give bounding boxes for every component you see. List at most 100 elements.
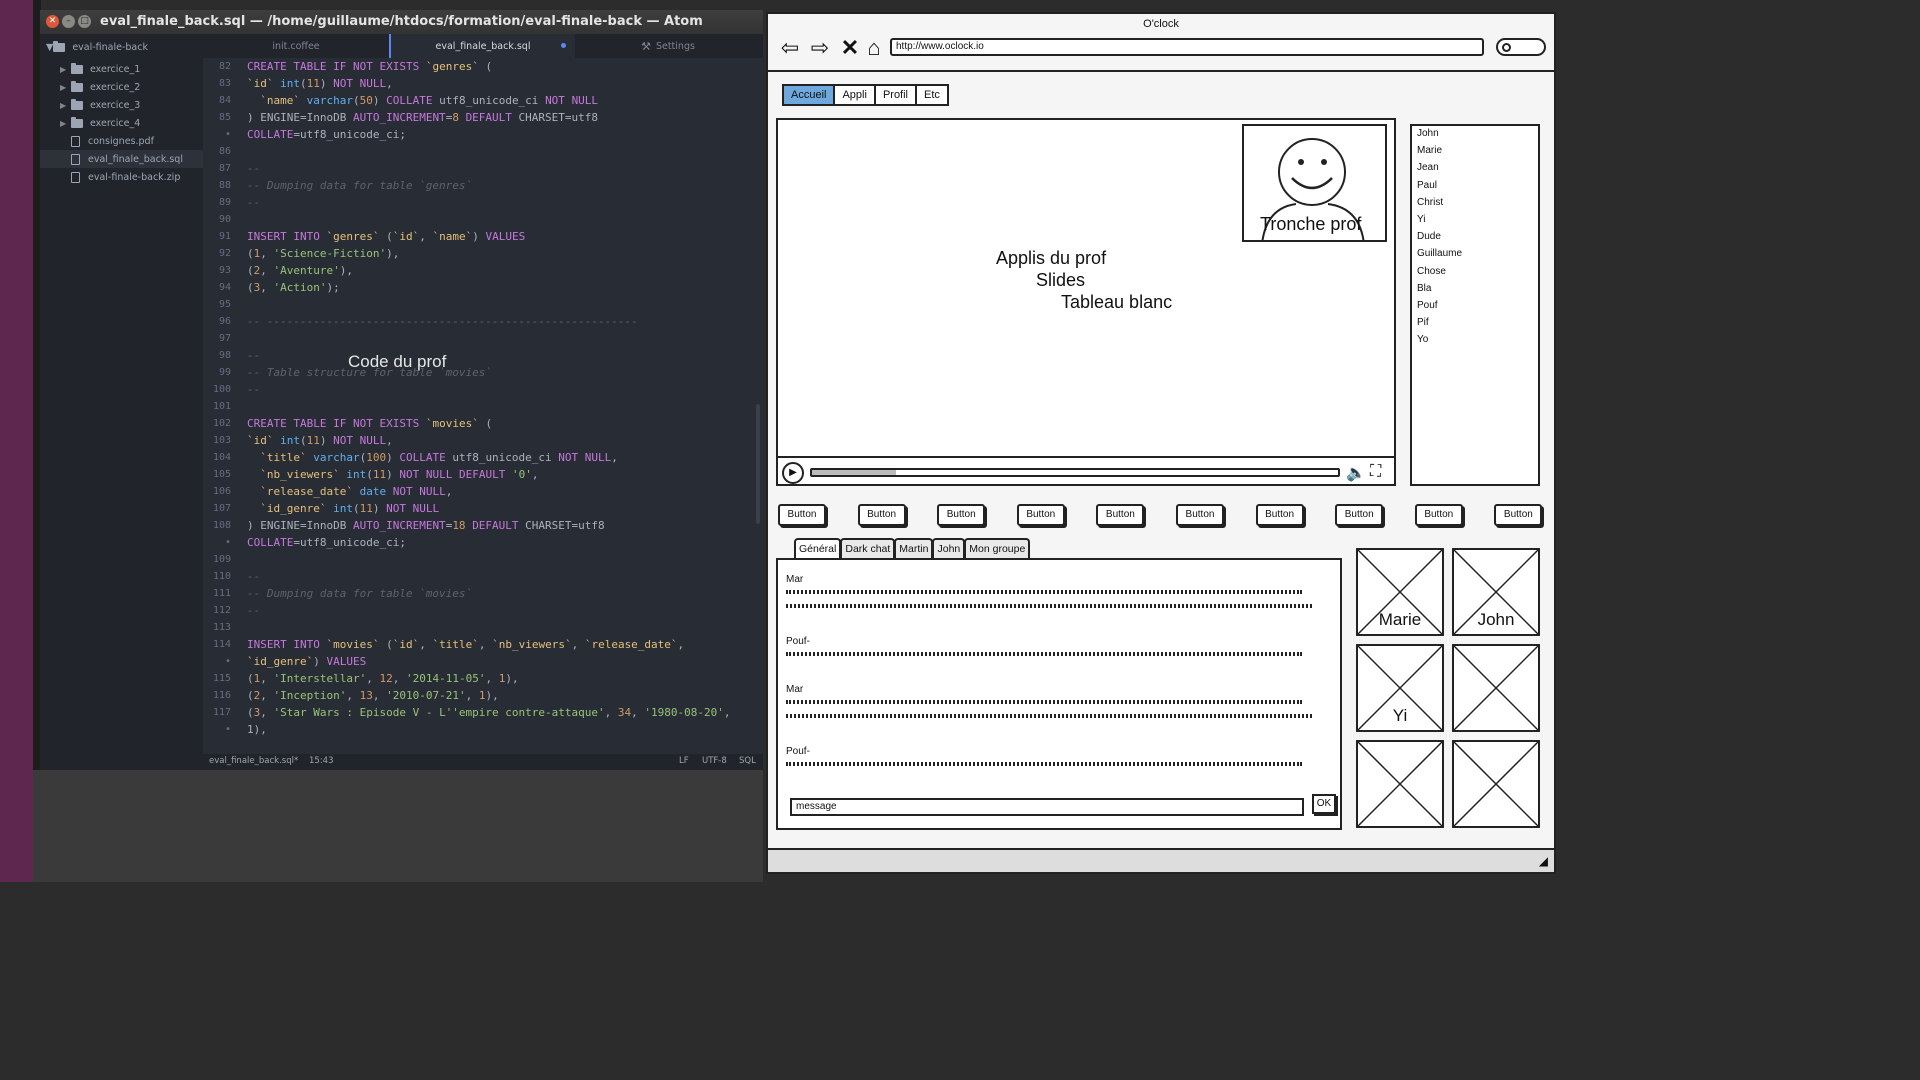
forward-arrow-icon[interactable]: ⇨ bbox=[808, 36, 832, 60]
chat-tab-john[interactable]: John bbox=[932, 538, 966, 558]
url-bar[interactable]: http://www.oclock.io bbox=[890, 38, 1484, 56]
line-number: 109 bbox=[212, 554, 231, 565]
line-number: 91 bbox=[218, 231, 231, 242]
fullscreen-icon[interactable]: ⛶ bbox=[1370, 463, 1381, 481]
code-editor[interactable]: 82 CREATE TABLE IF NOT EXISTS `genres` (8… bbox=[203, 58, 763, 754]
stop-icon[interactable]: ✕ bbox=[838, 36, 862, 60]
line-number: 117 bbox=[212, 707, 231, 718]
line-number: 96 bbox=[218, 316, 231, 327]
mockup-button-2[interactable]: Button bbox=[857, 504, 906, 526]
status-bar: eval_finale_back.sql* 15:43 LF UTF-8 SQL bbox=[203, 754, 763, 770]
status-grammar[interactable]: SQL bbox=[739, 756, 756, 766]
user-list-item[interactable]: Yi bbox=[1417, 214, 1426, 225]
participant-name: John bbox=[1477, 610, 1515, 629]
mockup-button-4[interactable]: Button bbox=[1016, 504, 1065, 526]
tree-item-exercice-3[interactable]: ▶ exercice_3 bbox=[40, 96, 203, 114]
tree-item-eval-finale-back-sql[interactable]: eval_finale_back.sql bbox=[40, 150, 203, 168]
tree-item-exercice-1[interactable]: ▶ exercice_1 bbox=[40, 60, 203, 78]
chat-tab-dark-chat[interactable]: Dark chat bbox=[840, 538, 896, 558]
code-line: 103 `id` int(11) NOT NULL, bbox=[203, 432, 763, 449]
webcam-view: Tronche prof bbox=[1242, 124, 1387, 242]
status-eol[interactable]: LF bbox=[679, 756, 689, 766]
participant-video-tile bbox=[1452, 644, 1540, 732]
tree-item-label: consignes.pdf bbox=[88, 135, 154, 147]
tree-root-folder[interactable]: ▼ eval-finale-back bbox=[46, 38, 148, 56]
window-close-button[interactable]: ✕ bbox=[46, 15, 59, 28]
user-list-item[interactable]: John bbox=[1417, 128, 1439, 139]
play-icon[interactable]: ▶ bbox=[782, 462, 804, 484]
status-encoding[interactable]: UTF-8 bbox=[702, 756, 727, 766]
chat-message-author: Pouf- bbox=[786, 746, 810, 757]
mockup-button-8[interactable]: Button bbox=[1335, 504, 1384, 526]
line-number: • bbox=[224, 129, 231, 140]
chat-tab-g-n-ral[interactable]: Général bbox=[794, 538, 842, 558]
user-list-item[interactable]: Christ bbox=[1417, 197, 1443, 208]
seek-bar[interactable] bbox=[810, 468, 1340, 477]
tab-eval-finale-back-sql[interactable]: eval_finale_back.sql bbox=[389, 34, 575, 58]
window-maximize-button[interactable]: □ bbox=[78, 15, 91, 28]
resize-grip-icon[interactable]: ◢ bbox=[1539, 854, 1548, 868]
line-number: 107 bbox=[212, 503, 231, 514]
user-list-item[interactable]: Chose bbox=[1417, 266, 1446, 277]
tab-etc[interactable]: Etc bbox=[917, 86, 947, 104]
line-number: 92 bbox=[218, 248, 231, 259]
code-line: 97 bbox=[203, 330, 763, 347]
video-line-3: Tableau blanc bbox=[1061, 292, 1173, 312]
file-icon bbox=[71, 153, 80, 165]
editor-scrollbar[interactable] bbox=[756, 404, 760, 524]
code-line: 86 bbox=[203, 143, 763, 160]
code-line: 104 `title` varchar(100) COLLATE utf8_un… bbox=[203, 449, 763, 466]
tree-item-exercice-2[interactable]: ▶ exercice_2 bbox=[40, 78, 203, 96]
tree-item-exercice-4[interactable]: ▶ exercice_4 bbox=[40, 114, 203, 132]
chat-tab-mon-groupe[interactable]: Mon groupe bbox=[964, 538, 1031, 558]
message-input[interactable]: message bbox=[790, 798, 1304, 816]
user-list-item[interactable]: Pif bbox=[1417, 317, 1429, 328]
user-list-item[interactable]: Paul bbox=[1417, 180, 1437, 191]
mockup-button-6[interactable]: Button bbox=[1176, 504, 1224, 526]
tree-item-consignes-pdf[interactable]: consignes.pdf bbox=[40, 132, 203, 150]
mockup-button-10[interactable]: Button bbox=[1494, 504, 1543, 526]
window-minimize-button[interactable]: – bbox=[62, 15, 75, 28]
code-line: 111 -- Dumping data for table `movies` bbox=[203, 585, 763, 602]
mockup-button-1[interactable]: Button bbox=[778, 504, 826, 526]
participant-name: Yi bbox=[1392, 706, 1408, 725]
user-list-item[interactable]: Marie bbox=[1417, 145, 1442, 156]
mockup-button-7[interactable]: Button bbox=[1255, 504, 1304, 526]
status-cursor[interactable]: 15:43 bbox=[309, 756, 334, 766]
code-line: 110 -- bbox=[203, 568, 763, 585]
tab-accueil[interactable]: Accueil bbox=[784, 86, 836, 104]
tree-item-eval-finale-back-zip[interactable]: eval-finale-back.zip bbox=[40, 168, 203, 186]
tab-appli[interactable]: Appli bbox=[835, 86, 876, 104]
mockup-button-9[interactable]: Button bbox=[1414, 504, 1463, 526]
tab-profil[interactable]: Profil bbox=[876, 86, 917, 104]
back-arrow-icon[interactable]: ⇦ bbox=[778, 36, 802, 60]
video-controls: ▶ 🔈 ⛶ bbox=[778, 456, 1394, 484]
status-file[interactable]: eval_finale_back.sql* bbox=[209, 756, 298, 766]
user-list-item[interactable]: Dude bbox=[1417, 231, 1441, 242]
code-text: (1, 'Interstellar', 12, '2014-11-05', 1)… bbox=[247, 672, 519, 685]
code-line: 91 INSERT INTO `genres` (`id`, `name`) VA… bbox=[203, 228, 763, 245]
modified-indicator-icon bbox=[561, 43, 566, 48]
code-text: INSERT INTO `movies` (`id`, `title`, `nb… bbox=[247, 638, 685, 651]
mockup-button-5[interactable]: Button bbox=[1096, 504, 1145, 526]
user-list-item[interactable]: Bla bbox=[1417, 283, 1431, 294]
user-list-item[interactable]: Yo bbox=[1417, 334, 1428, 345]
ok-button[interactable]: OK bbox=[1312, 794, 1336, 814]
user-list-item[interactable]: Pouf bbox=[1417, 300, 1438, 311]
code-line: 88 -- Dumping data for table `genres` bbox=[203, 177, 763, 194]
tab-init-coffee[interactable]: init.coffee bbox=[203, 34, 389, 58]
user-list-item[interactable]: Jean bbox=[1417, 162, 1439, 173]
volume-icon[interactable]: 🔈 bbox=[1346, 463, 1366, 483]
file-icon bbox=[71, 135, 80, 147]
chevron-right-icon: ▶ bbox=[60, 100, 67, 110]
home-icon[interactable]: ⌂ bbox=[862, 36, 886, 60]
mockup-window: O'clock ⇦ ⇨ ✕ ⌂ http://www.oclock.io Acc… bbox=[766, 12, 1556, 874]
search-field[interactable] bbox=[1496, 38, 1546, 56]
user-list-item[interactable]: Guillaume bbox=[1417, 248, 1462, 259]
tab-settings[interactable]: ⚒ Settings bbox=[575, 34, 761, 58]
chat-panel: message OK Mar Pouf- Mar Pouf- bbox=[776, 558, 1342, 830]
chat-tab-martin[interactable]: Martin bbox=[894, 538, 934, 558]
chevron-right-icon: ▶ bbox=[60, 118, 67, 128]
code-line: 99 -- Table structure for table `movies` bbox=[203, 364, 763, 381]
mockup-button-3[interactable]: Button bbox=[937, 504, 986, 526]
